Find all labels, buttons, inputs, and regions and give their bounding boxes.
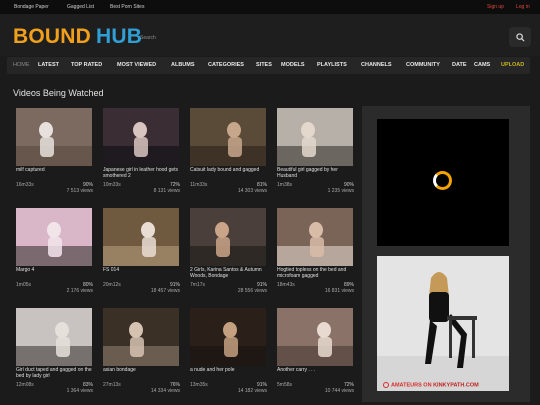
video-views: 2 176 views [66, 288, 93, 294]
video-views: 10 744 views [324, 388, 354, 394]
side-panel: AMATEURS ON KINKYPATH.COM [362, 106, 530, 402]
header: BOUND HUB [0, 14, 540, 56]
video-duration: 7m17s [190, 282, 206, 288]
nav-upload[interactable]: UPLOAD [501, 62, 524, 68]
video-card[interactable]: Japanese girl in leather hood gets smoth… [100, 106, 180, 201]
video-thumbnail[interactable] [16, 308, 92, 366]
video-thumbnail[interactable] [190, 308, 266, 366]
logo-part-bound: BOUND [13, 25, 91, 48]
video-title[interactable]: asian bondage [103, 367, 181, 373]
video-duration: 1m05s [16, 282, 32, 288]
loading-spinner-icon [433, 171, 452, 190]
video-card[interactable]: Hogtied topless on the bed and microfoam… [274, 206, 354, 301]
video-duration: 5m58s [277, 382, 293, 388]
video-duration: 12m08s [16, 382, 34, 388]
main-nav: HOME LATEST TOP RATED MOST VIEWED ALBUMS… [7, 57, 530, 74]
nav-sites[interactable]: SITES [256, 62, 272, 68]
video-views: 28 556 views [237, 288, 267, 294]
video-card[interactable]: Catsuit lady bound and gagged 11m33s 81% 14… [187, 106, 267, 201]
video-duration: 1m38s [277, 182, 293, 188]
video-card[interactable]: Margo 4 1m05s 80% 2 176 views [13, 206, 93, 301]
video-title[interactable]: Catsuit lady bound and gagged [190, 167, 268, 173]
site-logo[interactable]: BOUND HUB [13, 25, 142, 49]
video-title[interactable]: Beautiful girl gagged by her Husband [277, 167, 355, 179]
video-card[interactable]: Beautiful girl gagged by her Husband 1m38… [274, 106, 354, 201]
video-duration: 11m33s [190, 182, 208, 188]
ad-site: KINKYPATH.COM [433, 382, 479, 388]
nav-albums[interactable]: ALBUMS [171, 62, 195, 68]
video-duration: 27m13s [103, 382, 121, 388]
video-views: 16 831 views [324, 288, 354, 294]
video-thumbnail[interactable] [277, 308, 353, 366]
video-duration: 10m33s [103, 182, 121, 188]
video-thumbnail[interactable] [103, 308, 179, 366]
video-views: 18 457 views [150, 288, 180, 294]
video-thumbnail[interactable] [103, 208, 179, 266]
video-thumbnail[interactable] [103, 108, 179, 166]
video-duration: 18m43s [277, 282, 295, 288]
nav-cams[interactable]: CAMS [474, 62, 490, 68]
section-title: Videos Being Watched [13, 88, 104, 98]
video-title[interactable]: a nude and her pole [190, 367, 268, 373]
video-card[interactable]: FS 014 20m12s 91% 18 457 views [100, 206, 180, 301]
video-views: 7 513 views [66, 188, 93, 194]
video-duration: 16m33s [16, 182, 34, 188]
video-thumbnail[interactable] [190, 108, 266, 166]
video-title[interactable]: Margo 4 [16, 267, 94, 273]
nav-top-rated[interactable]: TOP RATED [71, 62, 102, 68]
logo-part-hub: HUB [96, 25, 143, 48]
video-card[interactable]: a nude and her pole 13m35s 91% 14 182 views [187, 306, 267, 401]
ad-prefix: AMATEURS ON [391, 382, 432, 388]
top-bar: Bondage Paper Gagged List Best Porn Site… [0, 0, 540, 14]
video-title[interactable]: Another carry . . . [277, 367, 355, 373]
search-icon [515, 32, 525, 42]
video-duration: 13m35s [190, 382, 208, 388]
nav-playlists[interactable]: PLAYLISTS [317, 62, 347, 68]
video-title[interactable]: Hogtied topless on the bed and microfoam… [277, 267, 355, 279]
ad-banner[interactable]: AMATEURS ON KINKYPATH.COM [377, 256, 509, 391]
video-thumbnail[interactable] [16, 108, 92, 166]
video-card[interactable]: 2 Girls, Karina Santos & Autumn Woods, B… [187, 206, 267, 301]
video-views: 14 182 views [237, 388, 267, 394]
video-player[interactable] [377, 119, 509, 246]
nav-most-viewed[interactable]: MOST VIEWED [117, 62, 156, 68]
search-button[interactable] [509, 27, 531, 47]
video-thumbnail[interactable] [277, 208, 353, 266]
nav-home[interactable]: HOME [13, 62, 30, 68]
nav-models[interactable]: MODELS [281, 62, 305, 68]
video-thumbnail[interactable] [190, 208, 266, 266]
top-link-best-porn-sites[interactable]: Best Porn Sites [110, 4, 144, 10]
search-input[interactable] [140, 31, 502, 45]
video-thumbnail[interactable] [277, 108, 353, 166]
video-title[interactable]: milf captured [16, 167, 94, 173]
video-views: 14 303 views [237, 188, 267, 194]
nav-categories[interactable]: CATEGORIES [208, 62, 244, 68]
top-link-gagged-list[interactable]: Gagged List [67, 4, 94, 10]
ad-photo [377, 256, 509, 391]
video-title[interactable]: Japanese girl in leather hood gets smoth… [103, 167, 181, 179]
ad-caption: AMATEURS ON KINKYPATH.COM [383, 381, 479, 388]
video-title[interactable]: Girl duct taped and gagged on the bed by… [16, 367, 94, 379]
nav-community[interactable]: COMMUNITY [406, 62, 440, 68]
video-duration: 20m12s [103, 282, 121, 288]
video-views: 1 235 views [327, 188, 354, 194]
video-card[interactable]: Girl duct taped and gagged on the bed by… [13, 306, 93, 401]
nav-date[interactable]: DATE [452, 62, 467, 68]
video-title[interactable]: 2 Girls, Karina Santos & Autumn Woods, B… [190, 267, 268, 279]
top-link-bondage-paper[interactable]: Bondage Paper [14, 4, 49, 10]
video-title[interactable]: FS 014 [103, 267, 181, 273]
login-link[interactable]: Log in [516, 4, 530, 10]
nav-latest[interactable]: LATEST [38, 62, 59, 68]
ad-logo-icon [383, 381, 389, 388]
video-views: 8 131 views [153, 188, 180, 194]
video-card[interactable]: milf captured 16m33s 90% 7 513 views [13, 106, 93, 201]
video-thumbnail[interactable] [16, 208, 92, 266]
video-views: 14 334 views [150, 388, 180, 394]
nav-channels[interactable]: CHANNELS [361, 62, 392, 68]
video-views: 1 364 views [66, 388, 93, 394]
video-card[interactable]: Another carry . . . 5m58s 72% 10 744 views [274, 306, 354, 401]
signup-link[interactable]: Sign up [487, 4, 504, 10]
video-card[interactable]: asian bondage 27m13s 76% 14 334 views [100, 306, 180, 401]
